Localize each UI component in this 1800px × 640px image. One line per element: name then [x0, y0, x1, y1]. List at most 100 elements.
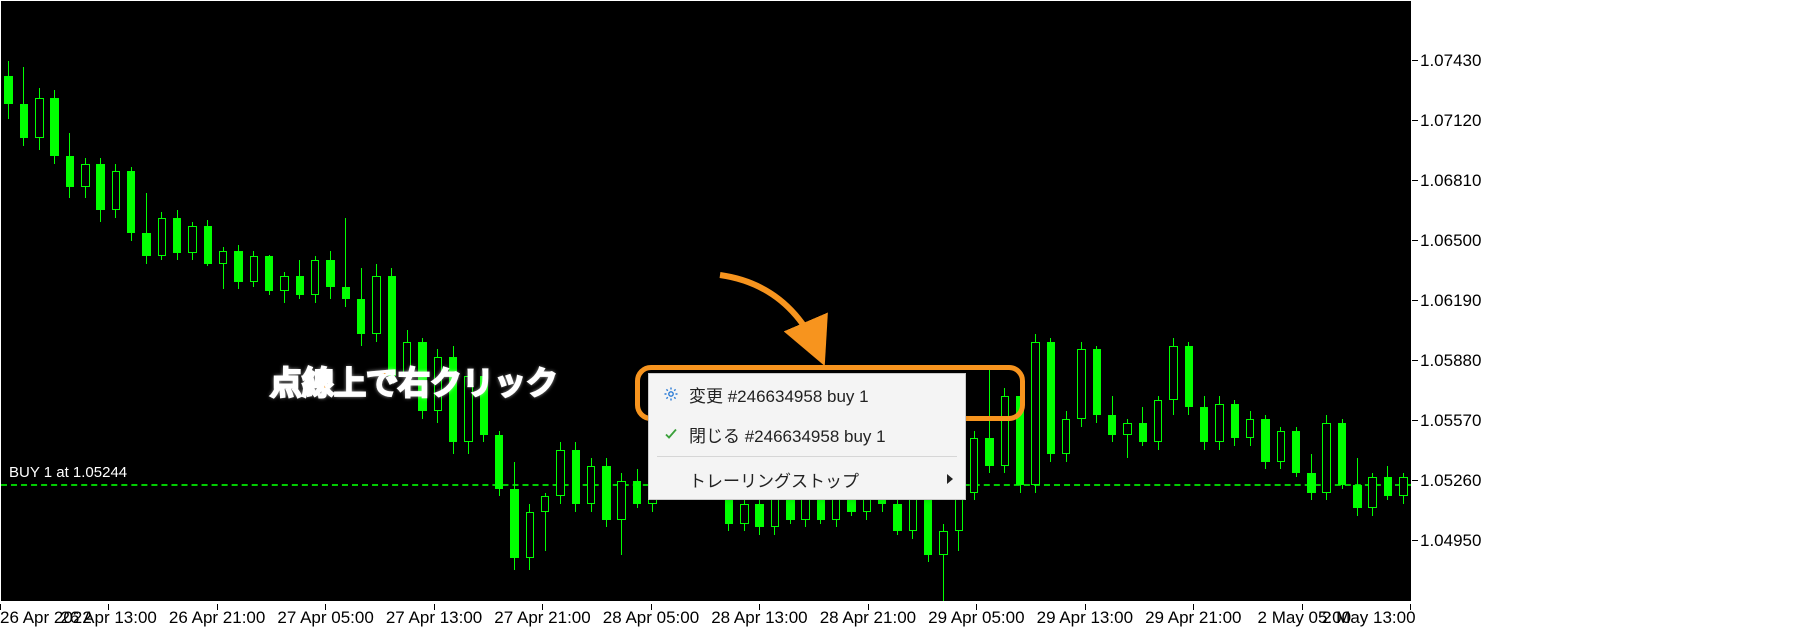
- candle: [587, 458, 595, 512]
- candle: [4, 61, 12, 119]
- candle: [939, 524, 947, 601]
- candle: [1031, 334, 1039, 493]
- y-tick-label: 1.06500: [1420, 231, 1481, 251]
- entry-label: BUY 1 at 1.05244: [7, 464, 129, 481]
- candle: [572, 442, 580, 512]
- candle: [1384, 466, 1392, 501]
- candlestick-chart[interactable]: BUY 1 at 1.05244: [0, 0, 1412, 602]
- candle: [326, 251, 334, 299]
- candle: [633, 469, 641, 508]
- candle: [510, 462, 518, 570]
- candle: [311, 256, 319, 302]
- candle: [250, 251, 258, 288]
- x-tick-label: 28 Apr 21:00: [820, 608, 916, 628]
- candle: [50, 90, 58, 164]
- y-tick-label: 1.07120: [1420, 111, 1481, 131]
- menu-item-close[interactable]: 閉じる #246634958 buy 1: [649, 414, 965, 454]
- x-tick-label: 27 Apr 05:00: [277, 608, 373, 628]
- x-tick-label: 2 May 13:00: [1322, 608, 1416, 628]
- y-tick-label: 1.06810: [1420, 171, 1481, 191]
- menu-separator: [657, 456, 957, 457]
- candle: [142, 193, 150, 265]
- candle: [1322, 415, 1330, 500]
- annotation-text: 点線上で右クリック: [270, 358, 558, 404]
- candle: [204, 220, 212, 266]
- candle: [1215, 396, 1223, 450]
- x-tick-label: 28 Apr 13:00: [711, 608, 807, 628]
- y-tick-label: 1.06190: [1420, 291, 1481, 311]
- candle: [755, 500, 763, 535]
- candle: [35, 88, 43, 150]
- candle: [158, 212, 166, 260]
- y-tick-label: 1.05880: [1420, 351, 1481, 371]
- candle: [526, 504, 534, 570]
- menu-item-label: 閉じる #246634958 buy 1: [689, 422, 886, 447]
- candle: [20, 67, 28, 146]
- candle: [1123, 419, 1131, 458]
- menu-item-label: 変更 #246634958 buy 1: [689, 382, 869, 407]
- candle: [234, 245, 242, 290]
- candle: [1093, 346, 1101, 423]
- gear-icon: [663, 386, 679, 402]
- candle: [1185, 342, 1193, 416]
- candle: [1277, 427, 1285, 470]
- menu-item-label: トレーリングストップ: [689, 467, 859, 492]
- context-menu: 変更 #246634958 buy 1 閉じる #246634958 buy 1…: [648, 373, 966, 500]
- y-axis: 1.07430 1.07120 1.06810 1.06500 1.06190 1.058…: [1412, 0, 1512, 600]
- candle: [1261, 415, 1269, 469]
- candle: [1154, 396, 1162, 450]
- candle: [1200, 396, 1208, 450]
- candle: [602, 458, 610, 528]
- candle: [357, 268, 365, 345]
- candle: [96, 158, 104, 222]
- x-tick-label: 29 Apr 21:00: [1145, 608, 1241, 628]
- candle: [188, 222, 196, 261]
- candle: [1047, 338, 1055, 462]
- candle: [1307, 454, 1315, 500]
- x-tick-label: 26 Apr 13:00: [60, 608, 156, 628]
- menu-item-modify[interactable]: 変更 #246634958 buy 1: [649, 374, 965, 414]
- candle: [1353, 458, 1361, 516]
- candle: [265, 255, 273, 296]
- candle: [556, 442, 564, 504]
- candle: [112, 164, 120, 218]
- x-tick-label: 29 Apr 05:00: [928, 608, 1024, 628]
- candle: [1399, 473, 1407, 504]
- candle: [1139, 407, 1147, 446]
- candle: [1062, 411, 1070, 461]
- x-tick-label: 27 Apr 13:00: [386, 608, 482, 628]
- candle: [127, 167, 135, 241]
- x-tick-label: 29 Apr 13:00: [1037, 608, 1133, 628]
- x-tick-label: 28 Apr 05:00: [603, 608, 699, 628]
- candle: [1292, 427, 1300, 477]
- candle: [66, 133, 74, 199]
- candle: [173, 210, 181, 260]
- candle: [1169, 338, 1177, 415]
- candle: [1016, 392, 1024, 493]
- x-tick-label: 26 Apr 21:00: [169, 608, 265, 628]
- candle: [1368, 473, 1376, 516]
- chevron-right-icon: [947, 474, 953, 484]
- y-tick-label: 1.05570: [1420, 411, 1481, 431]
- candle: [81, 158, 89, 199]
- candle: [985, 365, 993, 473]
- candle: [495, 431, 503, 497]
- x-axis: 26 Apr 202226 Apr 13:0026 Apr 21:0027 Ap…: [0, 604, 1410, 640]
- candle: [740, 500, 748, 531]
- candle: [893, 500, 901, 535]
- candle: [970, 431, 978, 501]
- candle: [280, 272, 288, 303]
- candle: [1108, 396, 1116, 442]
- x-tick-label: 27 Apr 21:00: [494, 608, 590, 628]
- candle: [296, 260, 304, 299]
- candle: [372, 264, 380, 341]
- candle: [1077, 342, 1085, 427]
- candle: [1246, 411, 1254, 446]
- y-tick-label: 1.05260: [1420, 471, 1481, 491]
- candle: [617, 473, 625, 554]
- menu-item-trailing-stop[interactable]: トレーリングストップ: [649, 459, 965, 499]
- y-tick-label: 1.04950: [1420, 531, 1481, 551]
- candle: [1231, 400, 1239, 446]
- y-tick-label: 1.07430: [1420, 51, 1481, 71]
- check-icon: [663, 426, 679, 442]
